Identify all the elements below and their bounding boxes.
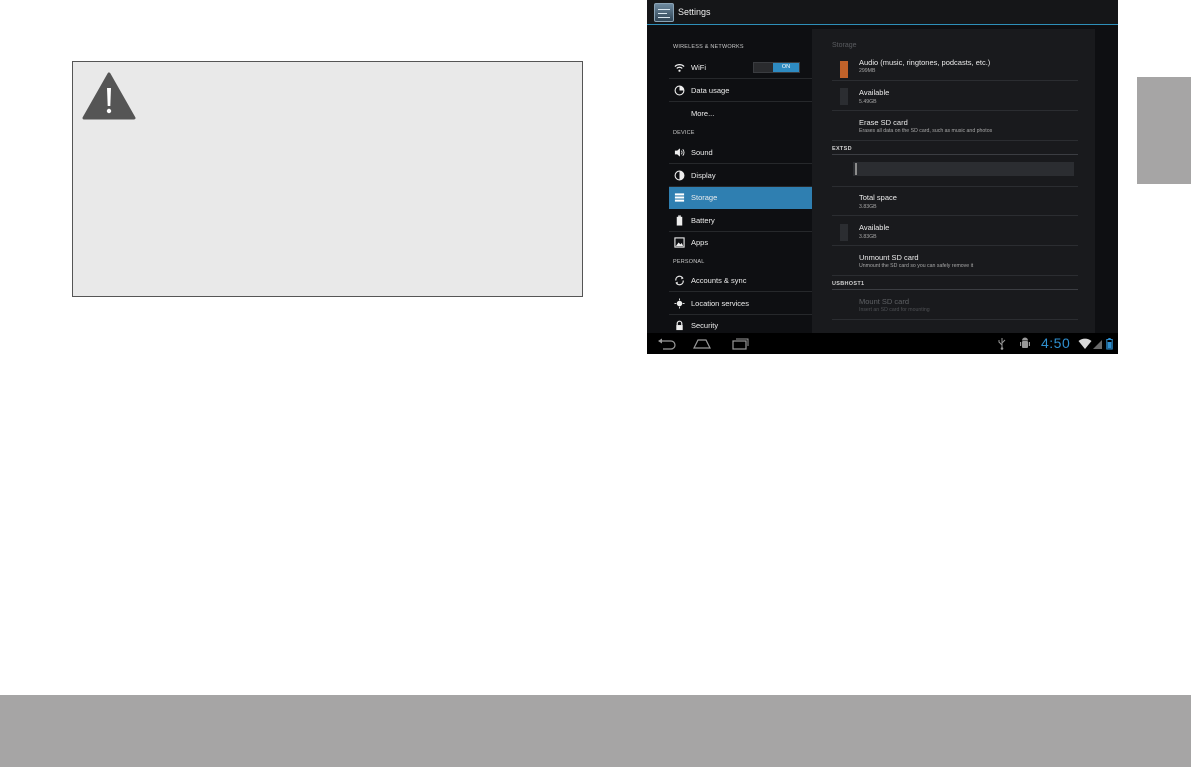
row-value: 3.83GB	[859, 204, 877, 210]
data-usage-icon	[674, 85, 685, 96]
app-title: Settings	[678, 7, 711, 17]
wifi-icon	[674, 64, 685, 72]
cell-signal-icon	[1093, 340, 1102, 349]
wifi-signal-icon	[1078, 338, 1092, 349]
row-title: Unmount SD card	[859, 253, 919, 262]
row-title: Available	[859, 223, 890, 232]
sidebar-item-label: Security	[691, 321, 719, 330]
sidebar-item-accounts-sync[interactable]: Accounts & sync	[669, 270, 812, 292]
row-title: Mount SD card	[859, 297, 910, 306]
sidebar-item-apps[interactable]: Apps	[669, 232, 812, 254]
row-value: 5.49GB	[859, 99, 877, 105]
back-icon[interactable]	[657, 337, 677, 350]
row-subtitle: Erases all data on the SD card, such as …	[859, 128, 993, 134]
apps-icon	[674, 237, 685, 248]
available-swatch	[840, 224, 848, 241]
row-value: 3.83GB	[859, 234, 877, 240]
sidebar-item-display[interactable]: Display	[669, 165, 812, 187]
storage-row-available: Available 5.49GB	[832, 82, 1078, 111]
sidebar-item-label: Battery	[691, 216, 715, 225]
sidebar-item-label: Apps	[691, 238, 709, 247]
usb-icon	[998, 338, 1006, 350]
sidebar-item-label: More...	[691, 109, 715, 118]
lock-icon	[676, 320, 683, 331]
row-subtitle: Unmount the SD card so you can safely re…	[859, 263, 974, 269]
action-bar: Settings	[647, 0, 1118, 25]
settings-app-icon[interactable]	[654, 3, 674, 22]
pane-title: Storage	[832, 42, 857, 49]
extsd-total-space-row: Total space 3.83GB	[832, 187, 1078, 216]
home-icon[interactable]	[692, 337, 712, 350]
erase-sd-card-row[interactable]: Erase SD card Erases all data on the SD …	[832, 112, 1078, 141]
chapter-tab	[1137, 77, 1191, 184]
settings-screenshot: Settings WIRELESS & NETWORKS WiFi ON Dat…	[647, 0, 1118, 354]
storage-icon	[674, 193, 685, 202]
row-title: Available	[859, 88, 890, 97]
row-title: Erase SD card	[859, 118, 908, 127]
unmount-sd-card-row[interactable]: Unmount SD card Unmount the SD card so y…	[832, 247, 1078, 276]
sidebar-item-label: Location services	[691, 299, 749, 308]
section-header-usbhost: USBHOST1	[832, 281, 865, 287]
sidebar-item-label: Storage	[691, 193, 718, 202]
mount-sd-card-row[interactable]: Mount SD card Insert an SD card for moun…	[832, 291, 1078, 320]
speaker-icon	[674, 148, 685, 157]
sidebar-item-label: Sound	[691, 148, 713, 157]
section-divider	[832, 154, 1078, 155]
extsd-usage-bar	[853, 162, 1074, 176]
section-divider	[832, 289, 1078, 290]
sync-icon	[675, 275, 684, 286]
section-header-personal: PERSONAL	[673, 259, 705, 265]
recent-apps-icon[interactable]	[730, 337, 750, 350]
audio-swatch	[840, 61, 848, 78]
usage-bar-fill	[855, 163, 857, 175]
footer-band	[0, 695, 1191, 767]
debug-android-icon	[1020, 337, 1030, 348]
settings-sidebar: WIRELESS & NETWORKS WiFi ON Data usage M…	[669, 38, 812, 333]
row-title: Total space	[859, 193, 897, 202]
sidebar-item-more[interactable]: More...	[669, 103, 812, 125]
sidebar-item-storage[interactable]: Storage	[669, 187, 812, 209]
row-subtitle: Insert an SD card for mounting	[859, 307, 930, 313]
location-icon	[674, 298, 685, 309]
system-nav-bar: 4:50	[647, 333, 1118, 354]
sidebar-item-label: Display	[691, 171, 716, 180]
sidebar-item-label: WiFi	[691, 63, 706, 72]
wifi-toggle[interactable]: ON	[753, 62, 800, 73]
battery-icon	[676, 215, 683, 226]
warning-icon	[82, 72, 136, 120]
section-header-extsd: EXTSD	[832, 146, 852, 152]
section-header-device: DEVICE	[673, 130, 695, 136]
battery-status-icon	[1106, 338, 1113, 350]
sidebar-item-battery[interactable]: Battery	[669, 210, 812, 232]
sidebar-item-sound[interactable]: Sound	[669, 142, 812, 164]
sidebar-item-label: Accounts & sync	[691, 276, 747, 285]
section-header-wireless: WIRELESS & NETWORKS	[673, 44, 744, 50]
extsd-available-row: Available 3.83GB	[832, 217, 1078, 246]
row-title: Audio (music, ringtones, podcasts, etc.)	[859, 58, 991, 67]
row-value: 299MB	[859, 68, 876, 74]
status-clock: 4:50	[1041, 335, 1071, 351]
sidebar-item-data-usage[interactable]: Data usage	[669, 80, 812, 102]
warning-box	[72, 61, 583, 297]
sidebar-item-wifi[interactable]: WiFi ON	[669, 57, 812, 79]
sidebar-item-label: Data usage	[691, 86, 730, 95]
storage-pane: Storage Audio (music, ringtones, podcast…	[812, 29, 1095, 333]
storage-row-audio: Audio (music, ringtones, podcasts, etc.)…	[832, 56, 1078, 81]
display-icon	[674, 170, 685, 181]
toggle-state: ON	[773, 63, 799, 72]
available-swatch	[840, 88, 848, 105]
sidebar-item-location[interactable]: Location services	[669, 293, 812, 315]
